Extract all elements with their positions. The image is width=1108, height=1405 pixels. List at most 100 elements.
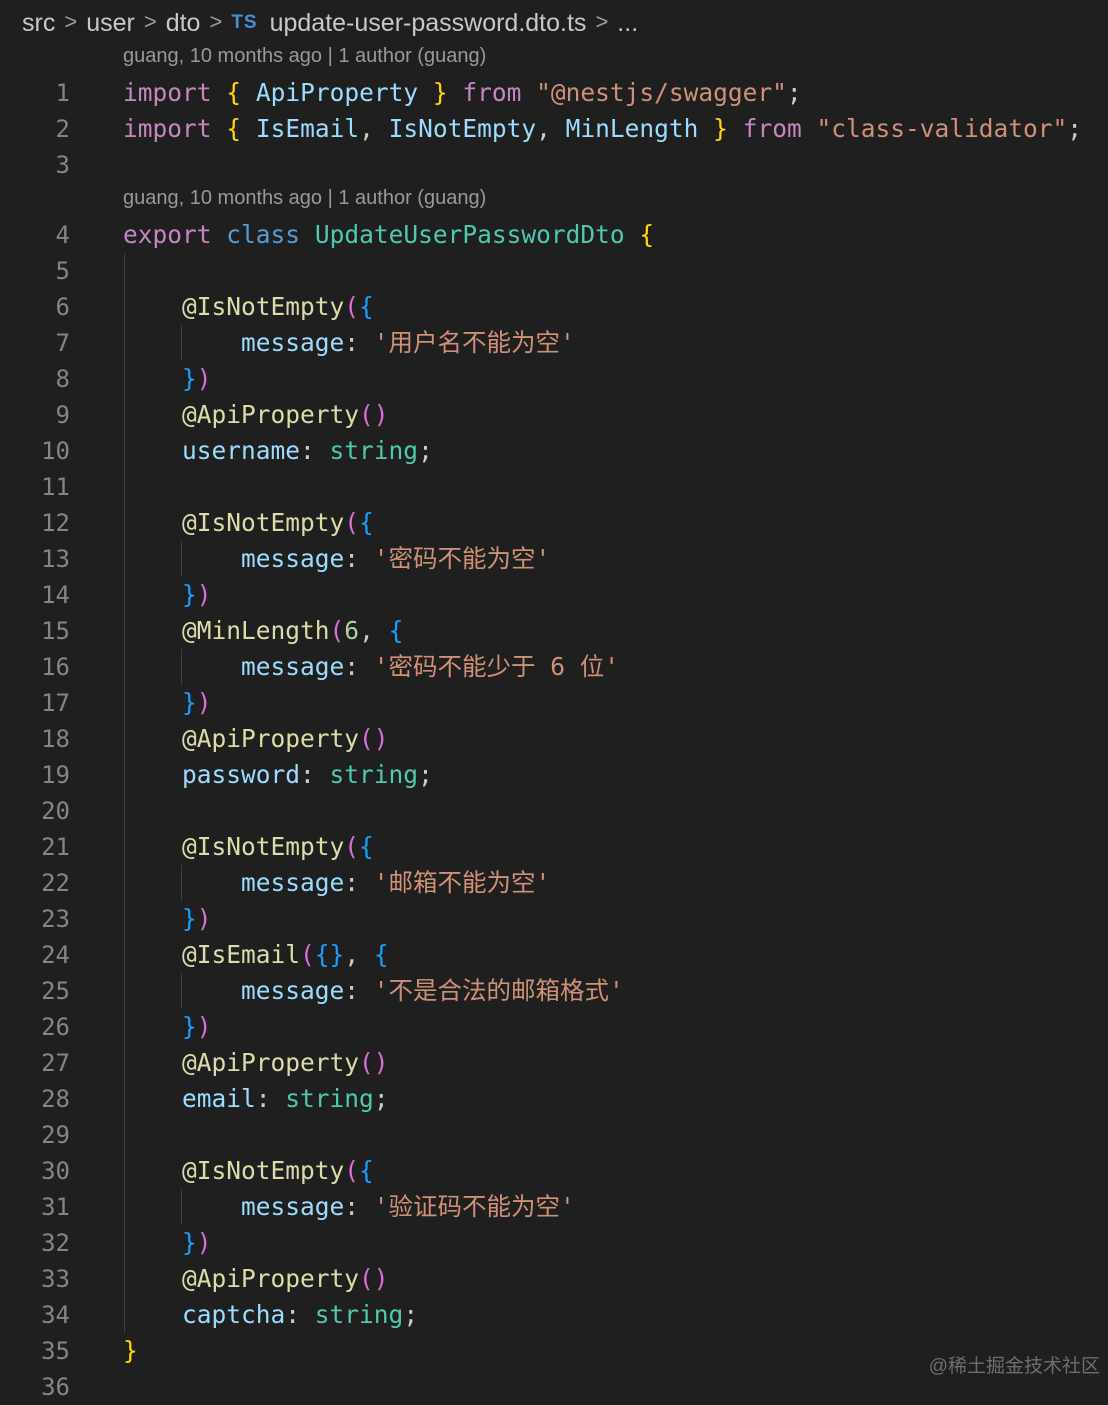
line-number: 7	[55, 329, 70, 357]
line-number: 32	[41, 1229, 70, 1257]
code-token: string	[314, 1300, 404, 1329]
code-line[interactable]: 22 message: '邮箱不能为空'	[0, 865, 1108, 901]
code-token: {	[359, 292, 374, 321]
code-line[interactable]: 23 })	[0, 901, 1108, 937]
breadcrumb-user[interactable]: user	[86, 9, 135, 38]
code-text: })	[123, 1009, 212, 1045]
code-token: @IsNotEmpty	[182, 292, 345, 321]
code-text: @IsNotEmpty({	[123, 505, 374, 541]
indent-guide	[181, 1189, 182, 1225]
code-token: "class-validator"	[816, 114, 1068, 143]
code-token: ;	[786, 78, 802, 107]
code-line[interactable]: 10 username: string;	[0, 433, 1108, 469]
code-token: message	[241, 868, 345, 897]
code-line[interactable]: 13 message: '密码不能为空'	[0, 541, 1108, 577]
line-number: 15	[41, 617, 70, 645]
code-line[interactable]: 3	[0, 147, 1108, 183]
code-line[interactable]: 5	[0, 253, 1108, 289]
code-text: export class UpdateUserPasswordDto {	[123, 217, 654, 253]
code-text: captcha: string;	[123, 1297, 418, 1333]
code-token: {	[373, 940, 389, 969]
code-line[interactable]: 16 message: '密码不能少于 6 位'	[0, 649, 1108, 685]
code-token: message	[241, 652, 345, 681]
line-number: 27	[41, 1049, 70, 1077]
code-line[interactable]: 33 @ApiProperty()	[0, 1261, 1108, 1297]
line-number: 11	[41, 473, 70, 501]
code-line[interactable]: 1 import { ApiProperty } from "@nestjs/sw…	[0, 75, 1108, 111]
code-line[interactable]: 34 captcha: string;	[0, 1297, 1108, 1333]
code-line[interactable]: 6 @IsNotEmpty({	[0, 289, 1108, 325]
code-token: message	[241, 328, 345, 357]
line-number: 36	[41, 1373, 70, 1401]
code-line[interactable]: 8 })	[0, 361, 1108, 397]
code-text: })	[123, 901, 212, 937]
code-line[interactable]: 9 @ApiProperty()	[0, 397, 1108, 433]
code-token: }	[182, 1228, 197, 1257]
code-text: @MinLength(6, {	[123, 613, 403, 649]
code-line[interactable]: 29	[0, 1117, 1108, 1153]
code-token: (	[344, 508, 360, 537]
code-line[interactable]: 30 @IsNotEmpty({	[0, 1153, 1108, 1189]
code-line[interactable]: 25 message: '不是合法的邮箱格式'	[0, 973, 1108, 1009]
code-token: ()	[359, 724, 389, 753]
code-token: }	[713, 114, 728, 143]
breadcrumb-src[interactable]: src	[22, 9, 55, 38]
code-line[interactable]: 19 password: string;	[0, 757, 1108, 793]
code-token: '不是合法的邮箱格式'	[373, 976, 624, 1005]
code-line[interactable]: 20	[0, 793, 1108, 829]
code-line[interactable]: 2 import { IsEmail, IsNotEmpty, MinLength…	[0, 111, 1108, 147]
code-line[interactable]: 14 })	[0, 577, 1108, 613]
line-number: 17	[41, 689, 70, 717]
breadcrumb: src > user > dto > TS update-user-passwo…	[22, 6, 638, 40]
line-number: 26	[41, 1013, 70, 1041]
line-number: 14	[41, 581, 70, 609]
code-line[interactable]: 26 })	[0, 1009, 1108, 1045]
code-token: {	[359, 1156, 374, 1185]
line-number: 16	[41, 653, 70, 681]
breadcrumb-dto[interactable]: dto	[166, 9, 201, 38]
code-token: UpdateUserPasswordDto	[314, 220, 625, 249]
code-line[interactable]: 32 })	[0, 1225, 1108, 1261]
code-token: ;	[373, 1084, 389, 1113]
code-line[interactable]: 11	[0, 469, 1108, 505]
code-token: {	[388, 616, 404, 645]
code-token: IsEmail	[255, 114, 360, 143]
code-token: )	[196, 904, 212, 933]
code-line[interactable]: 7 message: '用户名不能为空'	[0, 325, 1108, 361]
code-line[interactable]: 4 export class UpdateUserPasswordDto {	[0, 217, 1108, 253]
code-line[interactable]: 31 message: '验证码不能为空'	[0, 1189, 1108, 1225]
codelens-blame[interactable]: guang, 10 months ago | 1 author (guang)	[123, 45, 486, 68]
line-number: 30	[41, 1157, 70, 1185]
breadcrumb-file[interactable]: update-user-password.dto.ts	[270, 9, 587, 38]
line-number: 24	[41, 941, 70, 969]
codelens-blame[interactable]: guang, 10 months ago | 1 author (guang)	[123, 187, 486, 210]
code-line[interactable]: 18 @ApiProperty()	[0, 721, 1108, 757]
code-token: message	[241, 976, 345, 1005]
code-token: ;	[1067, 114, 1082, 143]
line-number: 35	[41, 1337, 70, 1365]
line-number: 22	[41, 869, 70, 897]
code-line[interactable]: 17 })	[0, 685, 1108, 721]
code-line[interactable]: 12 @IsNotEmpty({	[0, 505, 1108, 541]
code-line[interactable]: 28 email: string;	[0, 1081, 1108, 1117]
breadcrumb-symbols[interactable]: ...	[617, 9, 638, 38]
code-line[interactable]: 21 @IsNotEmpty({	[0, 829, 1108, 865]
code-line[interactable]: 24 @IsEmail({}, {	[0, 937, 1108, 973]
code-token: {	[639, 220, 655, 249]
code-line[interactable]: 15 @MinLength(6, {	[0, 613, 1108, 649]
code-text: message: '邮箱不能为空'	[123, 865, 550, 901]
line-number: 6	[55, 293, 70, 321]
code-token: (	[329, 616, 345, 645]
code-token: export	[123, 220, 212, 249]
code-line[interactable]: 27 @ApiProperty()	[0, 1045, 1108, 1081]
